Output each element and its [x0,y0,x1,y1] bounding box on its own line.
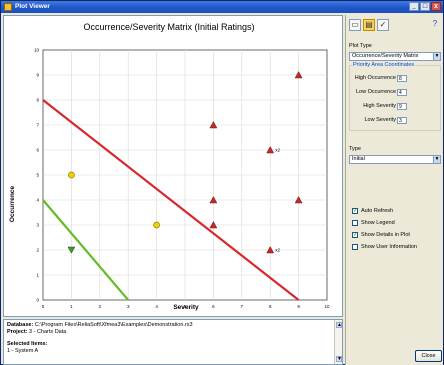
database-label: Database: [7,322,34,328]
x-tick-label: 0 [42,304,45,309]
x-tick-label: 3 [127,304,130,309]
x-tick-label: 6 [212,304,215,309]
type-value: Initial [352,156,365,162]
x-tick-label: 10 [324,304,330,309]
x-tick-label: 4 [155,304,158,309]
x-tick-label: 2 [99,304,102,309]
app-icon [4,3,12,11]
window-title: Plot Viewer [15,3,50,10]
type-select[interactable]: Initial ▼ [349,155,441,164]
scroll-down-icon[interactable]: ▼ [336,356,342,362]
auto-refresh-checkbox[interactable]: ✓ [352,208,358,214]
data-point-circle [68,171,75,179]
high-occurrence-label: High Occurrence [354,75,396,81]
show-user-info-option[interactable]: Show User Information [352,244,417,250]
data-point-label: x2 [275,248,280,253]
plot-viewer-window: Plot Viewer _ □ x Occurrence/Severity Ma… [0,0,444,365]
selected-items-label: Selected Items: [7,341,48,347]
y-tick-label: 1 [36,273,39,278]
minimize-button[interactable]: _ [409,2,419,11]
close-window-button[interactable]: x [431,2,441,11]
y-tick-label: 0 [36,298,39,303]
show-legend-label: Show Legend [361,220,395,226]
chevron-down-icon[interactable]: ▼ [433,156,440,163]
chart-panel: Occurrence/Severity Matrix (Initial Rati… [3,15,343,317]
chart-title: Occurrence/Severity Matrix (Initial Rati… [83,22,254,32]
project-line: Project: 3 - Charts Data [7,329,332,336]
type-label: Type [349,146,361,152]
y-tick-label: 5 [36,173,39,178]
y-tick-label: 10 [34,48,40,53]
y-tick-label: 2 [36,248,39,253]
x-tick-label: 7 [241,304,244,309]
low-severity-label: Low Severity [364,117,397,123]
y-tick-label: 3 [36,223,39,228]
y-tick-label: 6 [36,148,39,153]
title-bar[interactable]: Plot Viewer _ □ x [1,1,443,13]
plot-type-label: Plot Type [349,43,372,49]
show-details-option[interactable]: ✓ Show Details in Plot [352,232,410,238]
chevron-down-icon[interactable]: ▼ [433,53,440,60]
maximize-button[interactable]: □ [420,2,430,11]
info-scrollbar[interactable]: ▲ ▼ [334,320,342,364]
settings-panel: ▭ ▤ ✓ ? Plot Type Occurrence/Severity Ma… [345,15,443,365]
window-icon[interactable]: ▭ [349,19,361,31]
show-user-info-label: Show User Information [361,244,417,250]
close-button[interactable]: Close [415,350,442,362]
x-tick-label: 8 [269,304,272,309]
high-severity-input[interactable]: 9 [397,103,407,110]
y-tick-label: 4 [36,198,39,203]
show-details-checkbox[interactable]: ✓ [352,232,358,238]
y-tick-label: 9 [36,73,39,78]
priority-area-group: Priority Area Coordinates High Occurrenc… [349,62,441,131]
x-tick-label: 1 [70,304,73,309]
x-tick-label: 9 [297,304,300,309]
data-point-circle [153,221,160,229]
priority-area-title: Priority Area Coordinates [352,62,416,68]
chart-icon[interactable]: ▤ [363,19,375,31]
database-path: C:\Program Files\ReliaSoft\Xfmea3\Exampl… [34,322,193,328]
high-severity-label: High Severity [363,103,396,109]
plot-type-select[interactable]: Occurrence/Severity Matrix ▼ [349,52,441,61]
auto-refresh-label: Auto Refresh [361,208,394,214]
show-details-label: Show Details in Plot [361,232,410,238]
project-label: Project: [7,329,28,335]
low-occurrence-input[interactable]: 4 [397,89,407,96]
show-legend-option[interactable]: Show Legend [352,220,395,226]
selection-info-panel: Database: C:\Program Files\ReliaSoft\Xfm… [3,319,343,365]
selected-item: 1 - System A [7,348,39,354]
y-tick-label: 8 [36,98,39,103]
check-icon[interactable]: ✓ [377,19,389,31]
show-legend-checkbox[interactable] [352,220,358,226]
show-user-info-checkbox[interactable] [352,244,358,250]
low-occurrence-label: Low Occurrence [355,89,396,95]
data-point-label: x2 [275,148,280,153]
plot-type-value: Occurrence/Severity Matrix [352,53,419,59]
scroll-up-icon[interactable]: ▲ [336,322,342,328]
project-name: 3 - Charts Data [29,329,67,335]
y-tick-label: 7 [36,123,39,128]
auto-refresh-option[interactable]: ✓ Auto Refresh [352,208,393,214]
help-icon[interactable]: ? [429,19,441,31]
database-line: Database: C:\Program Files\ReliaSoft\Xfm… [7,322,332,329]
occurrence-severity-chart: Occurrence/Severity Matrix (Initial Rati… [9,22,330,311]
y-axis-label: Occurrence [9,186,16,223]
low-severity-input[interactable]: 3 [397,117,407,124]
high-occurrence-input[interactable]: 8 [397,75,407,82]
